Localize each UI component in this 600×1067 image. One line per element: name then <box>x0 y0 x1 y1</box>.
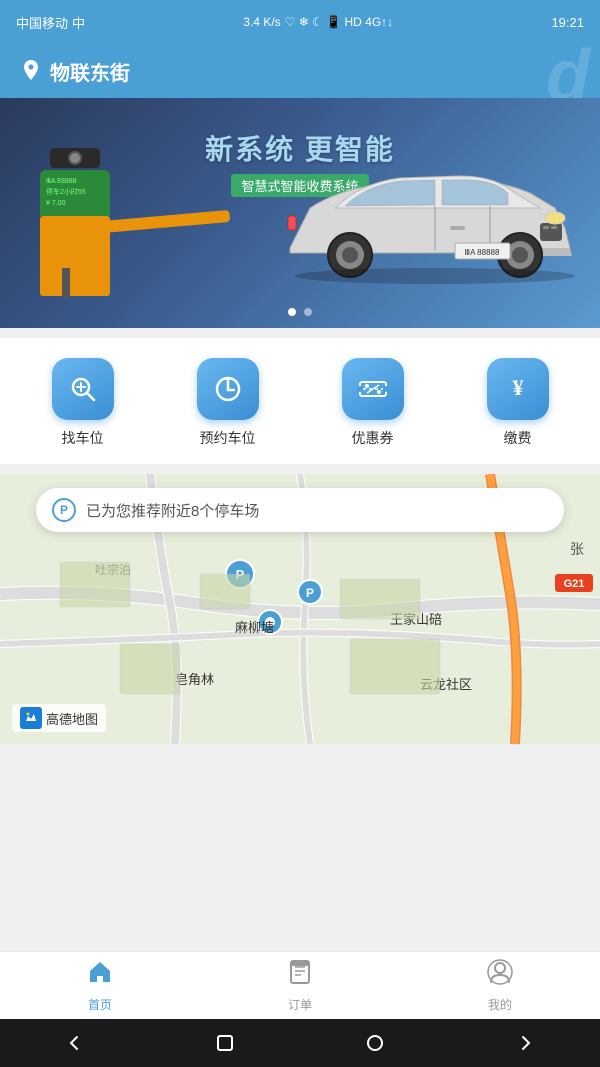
coupon-label: 优惠券 <box>352 428 394 448</box>
banner-bg: 新系统 更智能 智慧式智能收费系统 ⅢA 88888 停车2小时55 ¥ 7.0… <box>0 98 600 328</box>
action-coupon[interactable]: 优惠券 <box>342 358 404 448</box>
parking-machine: ⅢA 88888 停车2小时55 ¥ 7.00 <box>30 148 120 298</box>
map-search-text: 已为您推荐附近8个停车场 <box>86 500 259 521</box>
actions-section: 找车位 预约车位 优惠券 <box>0 338 600 464</box>
bottom-nav: 首页 订单 我的 <box>0 951 600 1019</box>
pm-screen: ⅢA 88888 停车2小时55 ¥ 7.00 <box>40 170 110 216</box>
svg-text:皂角林: 皂角林 <box>175 672 214 687</box>
profile-icon <box>487 959 513 992</box>
profile-label: 我的 <box>488 996 512 1013</box>
home-icon <box>87 959 113 992</box>
svg-text:P: P <box>306 586 314 600</box>
nav-orders[interactable]: 订单 <box>200 952 400 1019</box>
status-center: 3.4 K/s ♡ ❄ ☾ 📱 HD 4G↑↓ <box>243 15 393 29</box>
orders-icon <box>287 959 313 992</box>
system-nav-bar <box>0 1019 600 1067</box>
orders-label: 订单 <box>288 996 312 1013</box>
svg-text:G21: G21 <box>564 578 585 590</box>
svg-text:张: 张 <box>570 541 584 557</box>
amap-logo: 高德地图 <box>12 704 106 732</box>
nav-profile[interactable]: 我的 <box>400 952 600 1019</box>
location-icon <box>20 60 42 82</box>
status-carrier: 中国移动 中 <box>16 13 85 32</box>
coupon-icon <box>342 358 404 420</box>
amap-text: 高德地图 <box>46 709 98 728</box>
svg-text:¥: ¥ <box>512 375 523 400</box>
header: 物联东街 d <box>0 44 600 98</box>
forward-button[interactable] <box>505 1023 545 1063</box>
dot-2[interactable] <box>304 308 312 316</box>
map-search-bar[interactable]: P 已为您推荐附近8个停车场 <box>36 488 564 532</box>
banner-section: 新系统 更智能 智慧式智能收费系统 ⅢA 88888 停车2小时55 ¥ 7.0… <box>0 98 600 328</box>
square-button[interactable] <box>205 1023 245 1063</box>
home-label: 首页 <box>88 996 112 1013</box>
dot-1[interactable] <box>288 308 296 316</box>
reserve-parking-icon <box>197 358 259 420</box>
banner-dots <box>288 308 312 316</box>
find-parking-icon <box>52 358 114 420</box>
map-section: P 已为您推荐附近8个停车场 G21 吐宗 <box>0 474 600 744</box>
status-time: 19:21 <box>551 15 584 30</box>
action-find-parking[interactable]: 找车位 <box>52 358 114 448</box>
home-button[interactable] <box>355 1023 395 1063</box>
reserve-parking-label: 预约车位 <box>200 428 256 448</box>
back-button[interactable] <box>55 1023 95 1063</box>
nav-home[interactable]: 首页 <box>0 952 200 1019</box>
location-name: 物联东街 <box>50 57 130 86</box>
svg-text:ⅢA 88888: ⅢA 88888 <box>465 248 500 257</box>
parking-p-icon: P <box>52 498 76 522</box>
action-reserve-parking[interactable]: 预约车位 <box>197 358 259 448</box>
pay-icon: ¥ <box>487 358 549 420</box>
pay-label: 缴费 <box>504 428 532 448</box>
action-pay[interactable]: ¥ 缴费 <box>487 358 549 448</box>
svg-text:麻柳塘: 麻柳塘 <box>235 620 274 635</box>
status-bar: 中国移动 中 3.4 K/s ♡ ❄ ☾ 📱 HD 4G↑↓ 19:21 <box>0 0 600 44</box>
find-parking-label: 找车位 <box>62 428 104 448</box>
car-illustration: ⅢA 88888 <box>260 148 580 308</box>
